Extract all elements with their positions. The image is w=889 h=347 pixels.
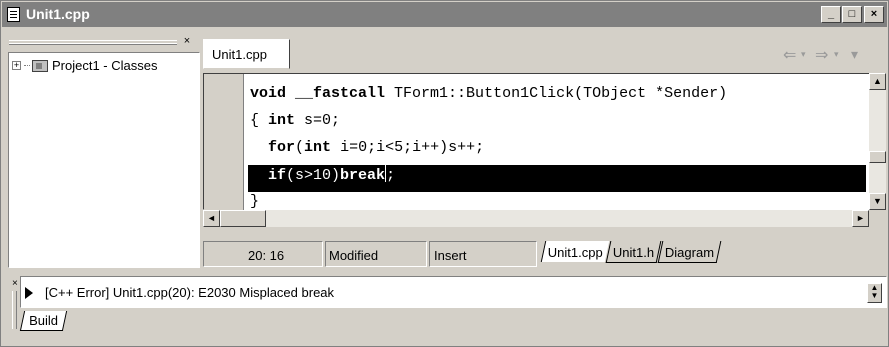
editor-gutter[interactable]: [204, 74, 244, 210]
file-tab-label: Unit1.cpp: [547, 245, 603, 260]
editor-tab-bar: Unit1.cpp ⇐ ▾ ⇒ ▾ ▾: [203, 35, 887, 71]
message-list[interactable]: [C++ Error] Unit1.cpp(20): E2030 Misplac…: [20, 276, 887, 308]
code-text: {: [250, 112, 269, 129]
message-scroll-spinner[interactable]: ▲ ▼: [867, 283, 882, 303]
code-text: (: [295, 139, 305, 156]
title-bar[interactable]: Unit1.cpp _ □ ×: [2, 2, 887, 27]
tree-connector: [24, 65, 30, 66]
code-keyword: if: [268, 167, 287, 184]
message-tabs: Build: [19, 311, 68, 333]
editor-status-bar: 20: 16 Modified Insert Unit1.cpp Unit1.h…: [203, 239, 887, 269]
scroll-right-icon[interactable]: ►: [852, 210, 869, 227]
code-text: ;: [386, 167, 396, 184]
code-keyword: int: [304, 139, 332, 156]
class-explorer-close-icon[interactable]: ×: [180, 36, 194, 48]
tab-build[interactable]: Build: [19, 311, 68, 331]
spin-down-icon[interactable]: ▼: [868, 292, 881, 300]
code-text: TForm1::Button1Click(TObject *Sender): [385, 85, 728, 102]
file-tab-unit1-cpp[interactable]: Unit1.cpp: [540, 241, 610, 262]
close-button[interactable]: ×: [864, 6, 884, 23]
tab-unit1-cpp[interactable]: Unit1.cpp: [203, 39, 290, 69]
scroll-down-icon[interactable]: ▼: [869, 193, 886, 210]
file-tabs: Unit1.cpp Unit1.h Diagram: [540, 241, 722, 267]
code-keyword: break: [340, 167, 386, 184]
project-icon: [32, 59, 48, 72]
expand-icon[interactable]: +: [12, 61, 21, 70]
class-tree[interactable]: + Project1 - Classes: [8, 52, 200, 268]
more-dropdown-icon[interactable]: ▾: [851, 47, 858, 63]
code-text: i=0;i<5;i++)s++;: [331, 139, 485, 156]
code-text: (s>10): [286, 167, 341, 184]
code-line-selected[interactable]: if(s>10)break;: [248, 165, 866, 192]
tree-item-project1[interactable]: + Project1 - Classes: [12, 58, 157, 73]
maximize-button[interactable]: □: [842, 6, 862, 23]
ide-window: Unit1.cpp _ □ × × + Project1 - Classes U…: [0, 0, 889, 347]
code-line[interactable]: { int s=0;: [248, 111, 866, 138]
code-text: }: [250, 193, 260, 210]
code-keyword: __fastcall: [295, 85, 386, 102]
tab-build-label: Build: [29, 313, 59, 328]
class-explorer-grip[interactable]: [9, 40, 177, 45]
scroll-left-icon[interactable]: ◄: [203, 210, 220, 227]
forward-arrow-icon[interactable]: ⇒: [815, 45, 828, 64]
file-tab-label: Unit1.h: [612, 245, 655, 260]
message-pane: × [C++ Error] Unit1.cpp(20): E2030 Mispl…: [4, 275, 887, 345]
code-keyword: void: [250, 85, 287, 102]
file-tab-label: Diagram: [665, 245, 715, 260]
code-keyword: for: [268, 139, 296, 156]
horizontal-scrollbar[interactable]: ◄ ►: [203, 210, 869, 227]
class-explorer: × + Project1 - Classes: [4, 36, 200, 268]
code-area[interactable]: void __fastcall TForm1::Button1Click(TOb…: [248, 84, 866, 219]
file-tab-diagram[interactable]: Diagram: [657, 241, 722, 263]
tree-item-label: Project1 - Classes: [52, 58, 158, 73]
minimize-button[interactable]: _: [821, 6, 841, 23]
forward-dropdown-icon[interactable]: ▾: [834, 50, 839, 60]
message-pane-grip[interactable]: [12, 291, 17, 329]
document-icon: [7, 7, 20, 22]
code-editor[interactable]: void __fastcall TForm1::Button1Click(TOb…: [203, 73, 870, 210]
current-message-arrow-icon: [25, 287, 33, 299]
window-title: Unit1.cpp: [26, 6, 90, 22]
back-arrow-icon[interactable]: ⇐: [783, 45, 796, 64]
scroll-up-icon[interactable]: ▲: [869, 73, 886, 90]
vertical-scrollbar[interactable]: ▲ ▼: [869, 73, 886, 210]
file-tab-unit1-h[interactable]: Unit1.h: [605, 241, 662, 263]
message-pane-close-icon[interactable]: ×: [12, 279, 18, 289]
code-line[interactable]: for(int i=0;i<5;i++)s++;: [248, 138, 866, 165]
back-dropdown-icon[interactable]: ▾: [801, 50, 806, 60]
code-line[interactable]: void __fastcall TForm1::Button1Click(TOb…: [248, 84, 866, 111]
horizontal-scroll-thumb[interactable]: [220, 210, 266, 227]
vertical-scroll-thumb[interactable]: [869, 151, 886, 163]
error-message[interactable]: [C++ Error] Unit1.cpp(20): E2030 Misplac…: [45, 285, 334, 300]
code-keyword: int: [268, 112, 296, 129]
code-text: s=0;: [295, 112, 341, 129]
insert-mode-indicator: Insert: [429, 241, 537, 267]
modified-indicator: Modified: [325, 241, 427, 267]
cursor-position: 20: 16: [203, 241, 323, 267]
